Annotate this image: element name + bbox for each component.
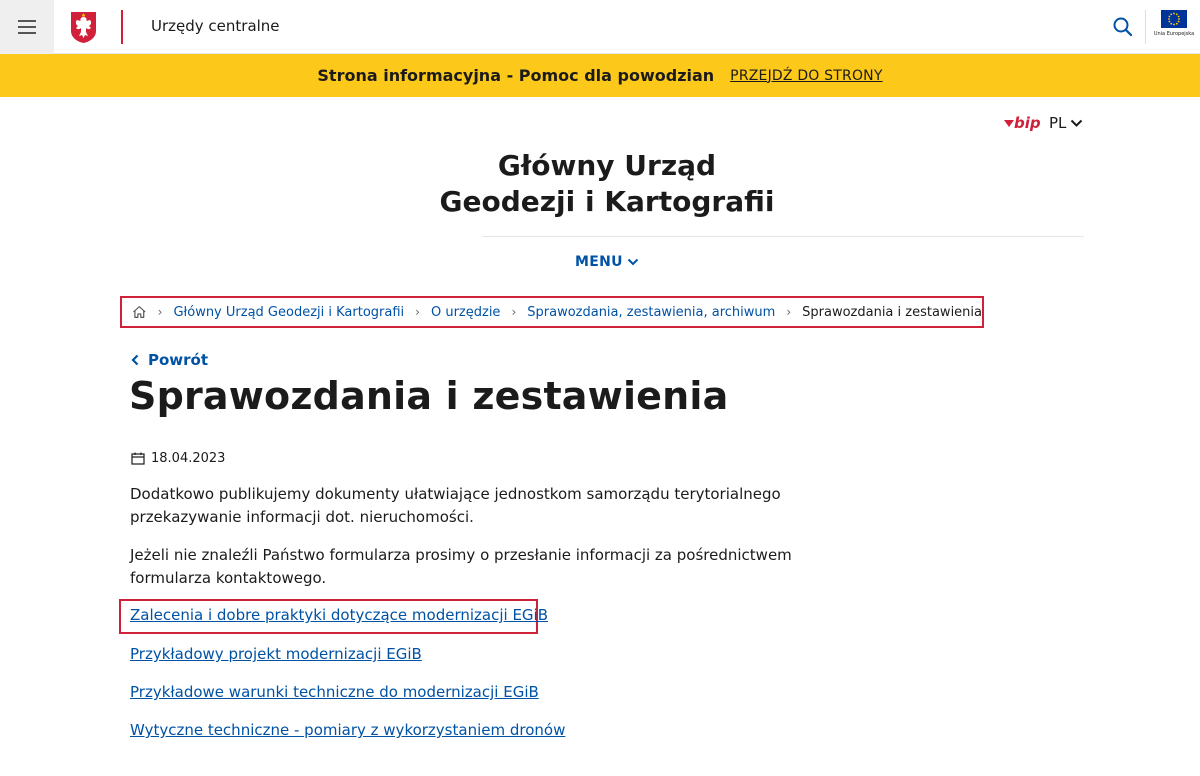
institution-title: Główny Urząd Geodezji i Kartografii: [400, 148, 814, 220]
eu-label: Unia Europejska: [1153, 31, 1195, 37]
publication-date: 18.04.2023: [131, 451, 225, 466]
eu-flag-icon: [1161, 10, 1187, 28]
institution-title-line1: Główny Urząd: [497, 149, 717, 182]
breadcrumb-separator: ›: [786, 305, 792, 319]
breadcrumb-current: Sprawozdania i zestawienia: [802, 304, 982, 320]
institution-title-line2: Geodezji i Kartografii: [439, 185, 775, 218]
breadcrumb-separator: ›: [415, 305, 420, 319]
search-icon[interactable]: [1112, 16, 1134, 38]
bip-label: bip: [1014, 114, 1041, 132]
chevron-left-icon: [131, 354, 139, 366]
site-name[interactable]: Urzędy centralne: [151, 17, 280, 35]
menu-label: MENU: [575, 254, 623, 270]
breadcrumb: › Główny Urząd Geodezji i Kartografii › …: [120, 296, 984, 328]
polish-eagle-emblem-icon[interactable]: [70, 11, 97, 44]
document-link[interactable]: Zalecenia i dobre praktyki dotyczące mod…: [130, 606, 548, 624]
home-icon[interactable]: [132, 305, 147, 319]
breadcrumb-separator: ›: [511, 305, 517, 319]
banner-link[interactable]: PRZEJDŹ DO STRONY: [730, 68, 882, 84]
page-title: Sprawozdania i zestawienia: [129, 374, 729, 418]
main-menu-button[interactable]: MENU: [575, 254, 639, 270]
breadcrumb-separator: ›: [157, 305, 163, 319]
bip-link[interactable]: bip: [1004, 114, 1041, 132]
hamburger-menu-icon[interactable]: [0, 0, 54, 54]
language-selector[interactable]: PL: [1049, 114, 1083, 132]
language-value: PL: [1049, 114, 1067, 132]
calendar-icon: [131, 452, 145, 465]
eu-logo: Unia Europejska: [1151, 10, 1197, 44]
banner-text: Strona informacyjna - Pomoc dla powodzia…: [317, 66, 715, 85]
header-separator: [1145, 10, 1146, 44]
intro-paragraph: Dodatkowo publikujemy dokumenty ułatwiaj…: [130, 485, 781, 526]
contact-paragraph: Jeżeli nie znaleźli Państwo formularza p…: [130, 546, 792, 587]
title-divider: [482, 236, 1084, 237]
top-header: Urzędy centralne Unia Europejska: [0, 0, 1200, 54]
breadcrumb-item[interactable]: Główny Urząd Geodezji i Kartografii: [173, 305, 404, 320]
info-banner: Strona informacyjna - Pomoc dla powodzia…: [0, 54, 1200, 97]
chevron-down-icon: [627, 258, 638, 266]
breadcrumb-item[interactable]: O urzędzie: [431, 305, 500, 320]
back-link[interactable]: Powrót: [131, 351, 208, 369]
document-link[interactable]: Wytyczne techniczne - pomiary z wykorzys…: [130, 721, 565, 739]
date-value: 18.04.2023: [151, 451, 226, 466]
back-label: Powrót: [148, 351, 209, 369]
bip-arrow-icon: [1004, 120, 1014, 127]
document-link[interactable]: Przykładowe warunki techniczne do modern…: [130, 683, 539, 701]
breadcrumb-item[interactable]: Sprawozdania, zestawienia, archiwum: [527, 305, 775, 320]
document-link[interactable]: Przykładowy projekt modernizacji EGiB: [130, 645, 422, 663]
header-divider: [121, 10, 123, 44]
chevron-down-icon: [1071, 119, 1083, 127]
